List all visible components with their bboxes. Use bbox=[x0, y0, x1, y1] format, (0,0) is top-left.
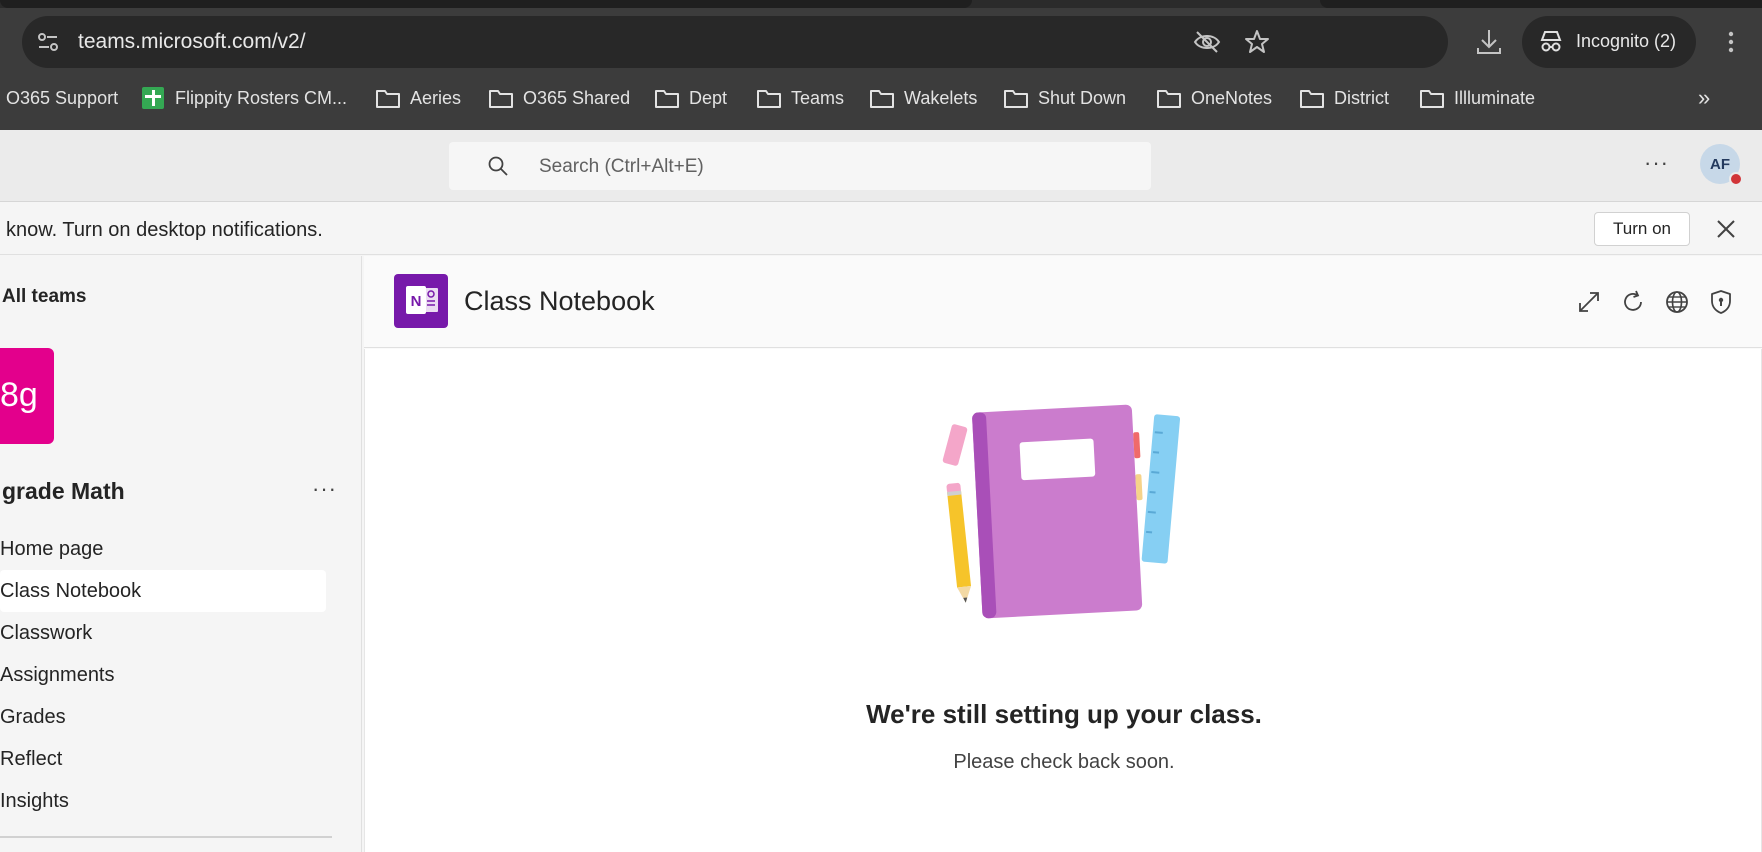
shield-icon[interactable] bbox=[1708, 289, 1734, 315]
bookmark-o365-support[interactable]: O365 Support bbox=[6, 86, 118, 110]
nav-item-home-page[interactable]: Home page bbox=[0, 528, 326, 570]
address-bar[interactable]: teams.microsoft.com/v2/ bbox=[22, 16, 1448, 68]
eye-off-icon[interactable] bbox=[1192, 27, 1222, 57]
presence-busy-icon bbox=[1729, 172, 1743, 186]
nav-item-classwork[interactable]: Classwork bbox=[0, 612, 326, 654]
nav-item-class-notebook[interactable]: Class Notebook bbox=[0, 570, 326, 612]
bookmark-o365-shared[interactable]: O365 Shared bbox=[489, 86, 630, 110]
search-placeholder: Search (Ctrl+Alt+E) bbox=[539, 156, 704, 177]
notebook-illustration bbox=[942, 404, 1181, 619]
download-icon[interactable] bbox=[1474, 27, 1504, 57]
chevron-double-right-icon: » bbox=[1698, 85, 1711, 110]
team-more-options-button[interactable]: ··· bbox=[312, 476, 337, 502]
url-text[interactable]: teams.microsoft.com/v2/ bbox=[78, 30, 306, 54]
notification-banner: know. Turn on desktop notifications. Tur… bbox=[0, 203, 1762, 255]
folder-icon bbox=[870, 90, 894, 108]
onenote-logo-icon: N bbox=[394, 274, 448, 328]
more-options-button[interactable]: ··· bbox=[1644, 150, 1669, 176]
svg-text:N: N bbox=[411, 293, 422, 310]
folder-icon bbox=[1420, 90, 1444, 108]
browser-tab-active[interactable] bbox=[0, 0, 972, 8]
site-settings-icon[interactable] bbox=[36, 30, 60, 54]
team-name: grade Math bbox=[2, 478, 125, 504]
folder-icon bbox=[757, 90, 781, 108]
turn-on-button[interactable]: Turn on bbox=[1594, 212, 1690, 246]
teams-header: Search (Ctrl+Alt+E) ··· AF bbox=[0, 130, 1762, 202]
refresh-icon[interactable] bbox=[1620, 289, 1646, 315]
team-avatar: 8g bbox=[0, 348, 54, 444]
all-teams-link[interactable]: All teams bbox=[2, 286, 86, 308]
star-icon[interactable] bbox=[1242, 27, 1272, 57]
incognito-label: Incognito (2) bbox=[1576, 31, 1677, 51]
team-channel-pane: All teams 8g grade Math ··· Home page Cl… bbox=[0, 256, 362, 852]
bookmark-dept[interactable]: Dept bbox=[655, 86, 727, 110]
bookmark-flippity-rosters[interactable]: Flippity Rosters CM... bbox=[141, 86, 347, 110]
tab-strip bbox=[0, 0, 1762, 8]
folder-icon bbox=[489, 90, 513, 108]
folder-icon bbox=[1157, 90, 1181, 108]
bookmark-district[interactable]: District bbox=[1300, 86, 1389, 110]
globe-icon[interactable] bbox=[1664, 289, 1690, 315]
main-content: N Class Notebook We're still setting up … bbox=[364, 256, 1762, 852]
search-icon bbox=[488, 156, 508, 176]
bookmark-teams[interactable]: Teams bbox=[757, 86, 844, 110]
nav-item-reflect[interactable]: Reflect bbox=[0, 738, 326, 780]
bookmark-wakelets[interactable]: Wakelets bbox=[870, 86, 977, 110]
incognito-icon bbox=[1540, 31, 1562, 52]
sheets-icon bbox=[142, 87, 164, 109]
browser-chrome: teams.microsoft.com/v2/ Incognito (2) O3… bbox=[0, 0, 1762, 130]
bookmark-aeries[interactable]: Aeries bbox=[376, 86, 461, 110]
avatar-initials: AF bbox=[1710, 155, 1730, 173]
folder-icon bbox=[376, 90, 400, 108]
notebook-setup-panel: We're still setting up your class. Pleas… bbox=[364, 349, 1762, 852]
search-input[interactable]: Search (Ctrl+Alt+E) bbox=[449, 142, 1151, 190]
incognito-button[interactable]: Incognito (2) bbox=[1522, 16, 1696, 68]
browser-tab[interactable] bbox=[1320, 0, 1762, 8]
bookmark-onenotes[interactable]: OneNotes bbox=[1157, 86, 1272, 110]
avatar[interactable]: AF bbox=[1700, 144, 1743, 186]
bookmarks-overflow-button[interactable]: » bbox=[1698, 85, 1711, 110]
nav-item-grades[interactable]: Grades bbox=[0, 696, 326, 738]
setup-message-subtitle: Please check back soon. bbox=[953, 751, 1175, 773]
page-title: Class Notebook bbox=[464, 286, 655, 316]
banner-text: know. Turn on desktop notifications. bbox=[6, 219, 323, 241]
expand-icon[interactable] bbox=[1576, 289, 1602, 315]
close-icon[interactable] bbox=[1714, 217, 1738, 241]
app-header: N Class Notebook bbox=[364, 256, 1762, 348]
folder-icon bbox=[1300, 90, 1324, 108]
nav-item-insights[interactable]: Insights bbox=[0, 780, 326, 822]
divider bbox=[0, 836, 332, 838]
bookmark-illuminate[interactable]: Illluminate bbox=[1420, 86, 1535, 110]
folder-icon bbox=[1004, 90, 1028, 108]
bookmarks-bar: O365 Support Flippity Rosters CM... Aeri… bbox=[0, 78, 1762, 118]
setup-message-title: We're still setting up your class. bbox=[866, 699, 1262, 729]
nav-item-assignments[interactable]: Assignments bbox=[0, 654, 326, 696]
folder-icon bbox=[655, 90, 679, 108]
bookmark-shut-down[interactable]: Shut Down bbox=[1004, 86, 1126, 110]
browser-menu-icon[interactable] bbox=[1716, 27, 1746, 57]
